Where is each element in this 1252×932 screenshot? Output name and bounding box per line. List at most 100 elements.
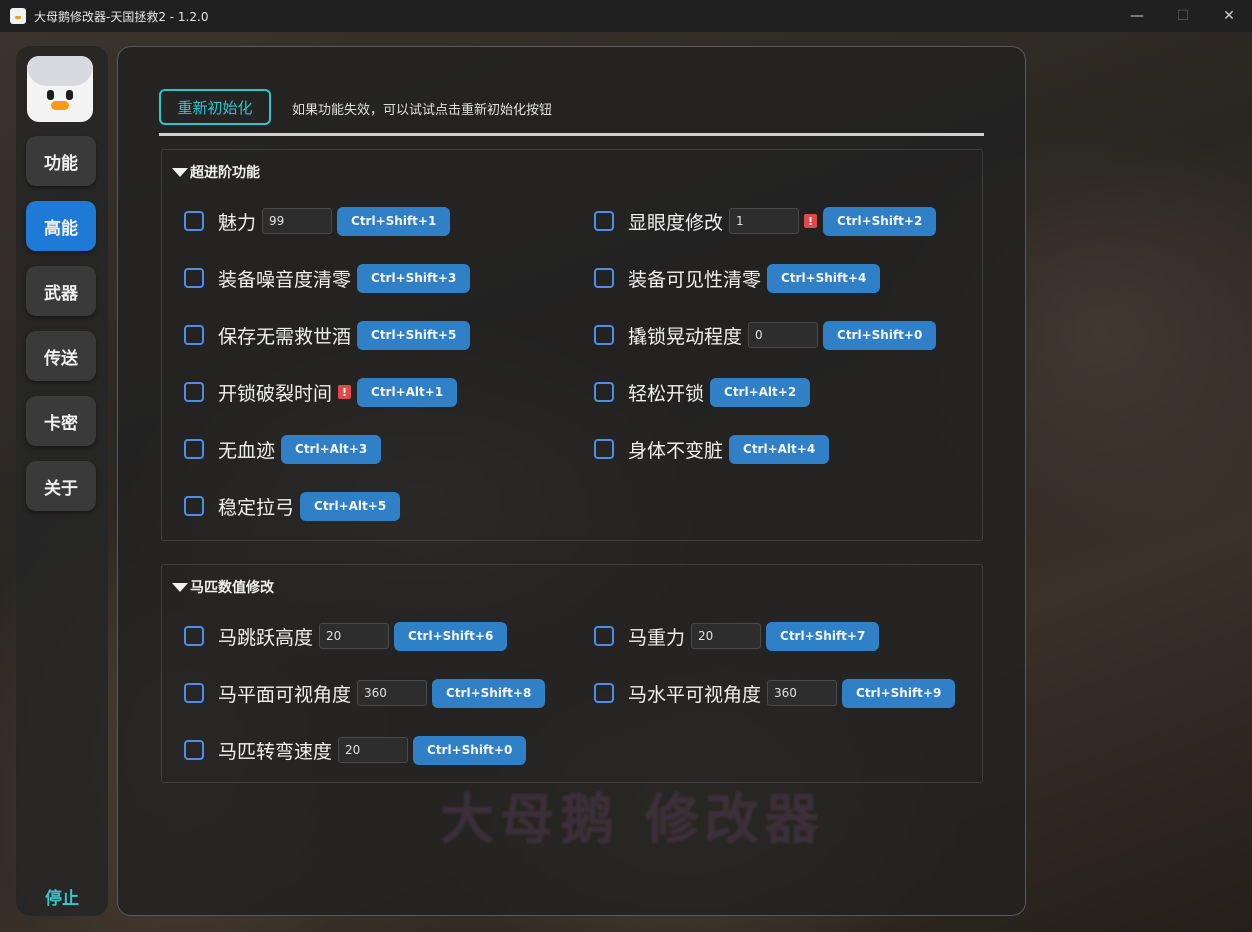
- avatar: [27, 56, 93, 122]
- feature-label: 马匹转弯速度: [218, 740, 333, 763]
- sidebar: 功能 高能 武器 传送 卡密 关于 停止: [16, 46, 108, 916]
- avatar-beak: [51, 101, 69, 110]
- title-bar: 大母鹅修改器-天国拯救2 - 1.2.0 — ☐ ✕: [0, 0, 1252, 32]
- hotkey-button[interactable]: Ctrl+Shift+9: [842, 678, 956, 708]
- feature-row: 撬锁晃动程度 0 Ctrl+Shift+0: [594, 320, 937, 350]
- section-header[interactable]: 马匹数值修改: [172, 577, 274, 597]
- reinitialize-hint: 如果功能失效，可以试试点击重新初始化按钮: [292, 103, 553, 118]
- sidebar-item-advanced[interactable]: 高能: [26, 201, 96, 251]
- avatar-eye: [47, 90, 54, 100]
- close-button[interactable]: ✕: [1206, 0, 1252, 32]
- feature-label: 撬锁晃动程度: [628, 325, 743, 348]
- feature-label: 稳定拉弓: [218, 496, 295, 519]
- warning-icon: !: [338, 385, 352, 399]
- hotkey-button[interactable]: Ctrl+Shift+7: [766, 621, 880, 651]
- value-input[interactable]: 360: [357, 680, 428, 706]
- feature-label: 马平面可视角度: [218, 683, 352, 706]
- feature-label: 马跳跃高度: [218, 626, 314, 649]
- hotkey-button[interactable]: Ctrl+Shift+4: [767, 263, 881, 293]
- hotkey-button[interactable]: Ctrl+Shift+0: [823, 320, 937, 350]
- feature-checkbox[interactable]: [184, 439, 204, 459]
- feature-label: 魅力: [218, 211, 257, 234]
- section-header[interactable]: 超进阶功能: [172, 162, 260, 182]
- hotkey-button[interactable]: Ctrl+Shift+8: [432, 678, 546, 708]
- feature-row: 显眼度修改 1 ! Ctrl+Shift+2: [594, 206, 937, 236]
- avatar-eye: [66, 90, 73, 100]
- hotkey-button[interactable]: Ctrl+Alt+2: [710, 377, 811, 407]
- feature-label: 装备可见性清零: [628, 268, 762, 291]
- avatar-hair: [27, 56, 93, 86]
- feature-row: 装备可见性清零 Ctrl+Shift+4: [594, 263, 881, 293]
- feature-checkbox[interactable]: [594, 211, 614, 231]
- feature-row: 轻松开锁 Ctrl+Alt+2: [594, 377, 811, 407]
- feature-row: 马匹转弯速度 20 Ctrl+Shift+0: [184, 735, 527, 765]
- value-input[interactable]: 99: [262, 208, 333, 234]
- sidebar-item-weapons[interactable]: 武器: [26, 266, 96, 316]
- maximize-button[interactable]: ☐: [1160, 0, 1206, 32]
- hotkey-button[interactable]: Ctrl+Alt+5: [300, 491, 401, 521]
- hotkey-button[interactable]: Ctrl+Shift+2: [823, 206, 937, 236]
- feature-checkbox[interactable]: [184, 268, 204, 288]
- hotkey-button[interactable]: Ctrl+Alt+4: [729, 434, 830, 464]
- feature-row: 魅力 99 Ctrl+Shift+1: [184, 206, 451, 236]
- sidebar-item-functions[interactable]: 功能: [26, 136, 96, 186]
- feature-checkbox[interactable]: [184, 496, 204, 516]
- stop-button[interactable]: 停止: [16, 884, 108, 909]
- hotkey-button[interactable]: Ctrl+Alt+3: [281, 434, 382, 464]
- feature-row: 马跳跃高度 20 Ctrl+Shift+6: [184, 621, 508, 651]
- feature-label: 保存无需救世酒: [218, 325, 352, 348]
- feature-checkbox[interactable]: [594, 382, 614, 402]
- feature-checkbox[interactable]: [594, 325, 614, 345]
- feature-row: 装备噪音度清零 Ctrl+Shift+3: [184, 263, 471, 293]
- warning-icon: !: [804, 214, 818, 228]
- divider: [159, 133, 984, 136]
- feature-label: 马重力: [628, 626, 686, 649]
- feature-label: 装备噪音度清零: [218, 268, 352, 291]
- section-advanced: 超进阶功能 魅力 99 Ctrl+Shift+1 显眼度修改 1 ! Ctrl+…: [161, 149, 983, 541]
- hotkey-button[interactable]: Ctrl+Shift+6: [394, 621, 508, 651]
- reinitialize-button[interactable]: 重新初始化: [159, 89, 271, 125]
- feature-label: 开锁破裂时间: [218, 382, 333, 405]
- feature-row: 身体不变脏 Ctrl+Alt+4: [594, 434, 830, 464]
- feature-checkbox[interactable]: [594, 268, 614, 288]
- sidebar-item-license[interactable]: 卡密: [26, 396, 96, 446]
- feature-checkbox[interactable]: [184, 382, 204, 402]
- hotkey-button[interactable]: Ctrl+Shift+3: [357, 263, 471, 293]
- value-input[interactable]: 20: [338, 737, 409, 763]
- value-input[interactable]: 360: [767, 680, 838, 706]
- feature-checkbox[interactable]: [184, 325, 204, 345]
- feature-label: 身体不变脏: [628, 439, 724, 462]
- value-input[interactable]: 0: [748, 322, 819, 348]
- sidebar-item-teleport[interactable]: 传送: [26, 331, 96, 381]
- feature-row: 马平面可视角度 360 Ctrl+Shift+8: [184, 678, 546, 708]
- value-input[interactable]: 20: [691, 623, 762, 649]
- feature-checkbox[interactable]: [184, 740, 204, 760]
- feature-checkbox[interactable]: [594, 626, 614, 646]
- feature-checkbox[interactable]: [184, 626, 204, 646]
- feature-label: 显眼度修改: [628, 211, 724, 234]
- hotkey-button[interactable]: Ctrl+Shift+5: [357, 320, 471, 350]
- value-input[interactable]: 20: [319, 623, 390, 649]
- value-input[interactable]: 1: [729, 208, 800, 234]
- minimize-button[interactable]: —: [1114, 0, 1160, 32]
- feature-row: 马重力 20 Ctrl+Shift+7: [594, 621, 880, 651]
- sidebar-item-about[interactable]: 关于: [26, 461, 96, 511]
- watermark-logo: 大母鹅 修改器: [440, 788, 825, 851]
- section-title: 超进阶功能: [190, 165, 260, 181]
- app-icon: [10, 8, 26, 24]
- feature-row: 保存无需救世酒 Ctrl+Shift+5: [184, 320, 471, 350]
- feature-checkbox[interactable]: [594, 439, 614, 459]
- feature-label: 轻松开锁: [628, 382, 705, 405]
- collapse-triangle-icon: [172, 582, 188, 592]
- hotkey-button[interactable]: Ctrl+Alt+1: [357, 377, 458, 407]
- window-title: 大母鹅修改器-天国拯救2 - 1.2.0: [34, 9, 209, 24]
- feature-checkbox[interactable]: [184, 683, 204, 703]
- feature-checkbox[interactable]: [594, 683, 614, 703]
- hotkey-button[interactable]: Ctrl+Shift+1: [337, 206, 451, 236]
- section-title: 马匹数值修改: [190, 580, 274, 596]
- feature-checkbox[interactable]: [184, 211, 204, 231]
- feature-label: 无血迹: [218, 439, 276, 462]
- section-horse: 马匹数值修改 马跳跃高度 20 Ctrl+Shift+6 马重力 20 Ctrl…: [161, 564, 983, 783]
- hotkey-button[interactable]: Ctrl+Shift+0: [413, 735, 527, 765]
- feature-row: 开锁破裂时间 ! Ctrl+Alt+1: [184, 377, 458, 407]
